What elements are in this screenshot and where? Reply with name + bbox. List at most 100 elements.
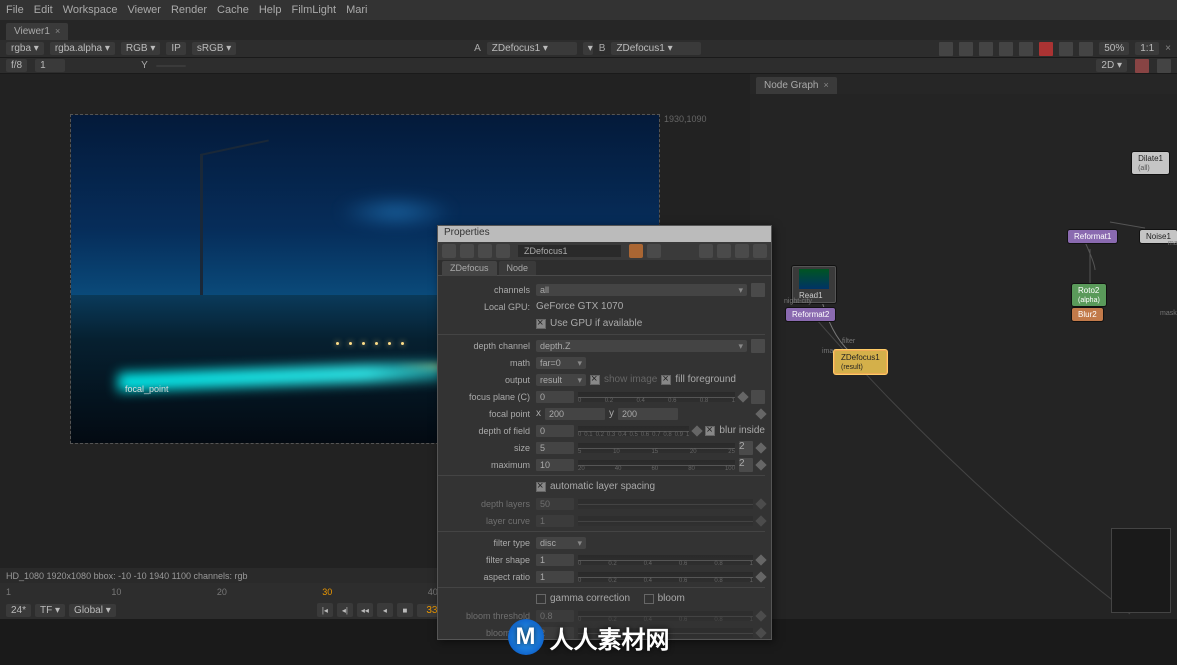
channel-dropdown[interactable]: rgba ▾ <box>6 42 44 55</box>
close-panel-icon[interactable] <box>753 244 767 258</box>
color-swatch-icon[interactable] <box>629 244 643 258</box>
dof-slider[interactable]: 00.10.20.30.40.50.60.70.80.91 <box>578 426 689 436</box>
bloom-threshold-input[interactable]: 0.8 <box>536 610 574 622</box>
expr-button[interactable] <box>751 390 765 404</box>
fstop-value[interactable]: 1 <box>35 59 65 72</box>
viewer-process-dropdown[interactable]: sRGB ▾ <box>192 42 236 55</box>
maximum-input[interactable]: 10 <box>536 459 574 471</box>
node-roto[interactable]: Roto2(alpha) <box>1072 284 1106 306</box>
properties-title[interactable]: Properties <box>438 226 771 242</box>
tab-zdefocus[interactable]: ZDefocus <box>442 261 497 276</box>
lock-icon[interactable] <box>1135 59 1149 73</box>
stop-button[interactable]: ■ <box>397 603 413 617</box>
depth-channel-dropdown[interactable]: depth.Z <box>536 340 747 352</box>
bloom-checkbox[interactable] <box>644 594 654 604</box>
node-blur[interactable]: Blur2 <box>1072 308 1103 321</box>
focal-x-input[interactable]: 200 <box>545 408 605 420</box>
focus-plane-input[interactable]: 0 <box>536 391 574 403</box>
view-mode-dropdown[interactable]: 2D ▾ <box>1096 59 1127 72</box>
prev-key-button[interactable]: ◂| <box>337 603 353 617</box>
gamma-value[interactable] <box>156 65 186 67</box>
anim-button[interactable] <box>737 391 748 402</box>
close-icon[interactable]: × <box>55 26 60 36</box>
menu-filmlight[interactable]: FilmLight <box>291 4 336 16</box>
expand-icon[interactable] <box>442 244 456 258</box>
anim-button[interactable] <box>755 459 766 470</box>
float-icon[interactable] <box>717 244 731 258</box>
nodegraph-tab[interactable]: Node Graph × <box>756 77 837 94</box>
node-reformat1[interactable]: Reformat1 <box>1068 230 1117 243</box>
play-backward-button[interactable]: ◂◂ <box>357 603 373 617</box>
anim-button[interactable] <box>755 554 766 565</box>
filter-type-dropdown[interactable]: disc <box>536 537 586 549</box>
a-buffer-dropdown[interactable]: ZDefocus1 ▾ <box>487 42 577 55</box>
node-name-input[interactable]: ZDefocus1 <box>518 245 621 257</box>
anim-button[interactable] <box>755 571 766 582</box>
split-button[interactable]: 2 <box>739 441 753 455</box>
focal-y-input[interactable]: 200 <box>618 408 678 420</box>
fps-dropdown[interactable]: 24* <box>6 604 31 617</box>
aspect-ratio-input[interactable]: 1 <box>536 571 574 583</box>
first-frame-button[interactable]: |◂ <box>317 603 333 617</box>
channel-button[interactable] <box>751 339 765 353</box>
ip-toggle[interactable]: IP <box>166 42 185 55</box>
overlay-icon[interactable] <box>999 42 1013 56</box>
colorspace-dropdown[interactable]: RGB ▾ <box>121 42 160 55</box>
viewer-tab[interactable]: Viewer1 × <box>6 23 68 40</box>
reset-icon[interactable] <box>496 244 510 258</box>
close-icon[interactable]: × <box>823 80 828 90</box>
close-icon[interactable]: × <box>1165 43 1171 54</box>
anim-button[interactable] <box>755 442 766 453</box>
node-graph-canvas[interactable]: Dilate1(all) Reformat1 Noise1 mask Read1… <box>750 94 1177 619</box>
proxy-icon[interactable] <box>979 42 993 56</box>
menu-viewer[interactable]: Viewer <box>128 4 161 16</box>
step-back-button[interactable]: ◂ <box>377 603 393 617</box>
fill-fg-checkbox[interactable] <box>661 375 671 385</box>
menu-mari[interactable]: Mari <box>346 4 367 16</box>
tab-node[interactable]: Node <box>499 261 537 275</box>
math-dropdown[interactable]: far=0 <box>536 357 586 369</box>
clip-icon[interactable] <box>939 42 953 56</box>
channel-alpha-dropdown[interactable]: rgba.alpha ▾ <box>50 42 115 55</box>
menu-help[interactable]: Help <box>259 4 282 16</box>
tf-dropdown[interactable]: TF ▾ <box>35 604 65 617</box>
menu-render[interactable]: Render <box>171 4 207 16</box>
node-zdefocus[interactable]: ZDefocus1(result) <box>834 350 887 374</box>
size-input[interactable]: 5 <box>536 442 574 454</box>
node-reformat2[interactable]: Reformat2 <box>786 308 835 321</box>
center-icon[interactable] <box>460 244 474 258</box>
roi-icon[interactable] <box>959 42 973 56</box>
fstop-dropdown[interactable]: f/8 <box>6 59 27 72</box>
maximum-slider[interactable]: 20406080100 <box>578 460 735 470</box>
pixel-ratio-dropdown[interactable]: 1:1 <box>1135 42 1159 55</box>
a-buffer-next[interactable]: ▾ <box>583 42 593 55</box>
channels-dropdown[interactable]: all <box>536 284 747 296</box>
blur-inside-checkbox[interactable] <box>705 426 715 436</box>
anim-button[interactable] <box>755 515 766 526</box>
layer-curve-input[interactable]: 1 <box>536 515 574 527</box>
anim-button[interactable] <box>755 610 766 621</box>
pause-cache-icon[interactable] <box>1059 42 1073 56</box>
wipe-icon[interactable] <box>1019 42 1033 56</box>
anim-button[interactable] <box>755 408 766 419</box>
use-gpu-checkbox[interactable] <box>536 319 546 329</box>
dof-input[interactable]: 0 <box>536 425 574 437</box>
size-slider[interactable]: 510152025 <box>578 443 735 453</box>
record-icon[interactable] <box>1039 42 1053 56</box>
zoom-dropdown[interactable]: 50% <box>1099 42 1129 55</box>
split-button[interactable]: 2 <box>739 458 753 472</box>
filter-shape-slider[interactable]: 00.20.40.60.81 <box>578 555 753 565</box>
menu-edit[interactable]: Edit <box>34 4 53 16</box>
minimap[interactable] <box>1111 528 1171 613</box>
link-icon[interactable] <box>478 244 492 258</box>
focus-plane-slider[interactable]: 00.20.40.60.81 <box>578 392 735 402</box>
menu-cache[interactable]: Cache <box>217 4 249 16</box>
render-icon[interactable] <box>647 244 661 258</box>
show-image-checkbox[interactable] <box>590 375 600 385</box>
stereo-icon[interactable] <box>1079 42 1093 56</box>
auto-layer-checkbox[interactable] <box>536 482 546 492</box>
settings-icon[interactable] <box>1157 59 1171 73</box>
node-dilate[interactable]: Dilate1(all) <box>1132 152 1169 174</box>
menu-workspace[interactable]: Workspace <box>63 4 118 16</box>
help-icon[interactable] <box>699 244 713 258</box>
